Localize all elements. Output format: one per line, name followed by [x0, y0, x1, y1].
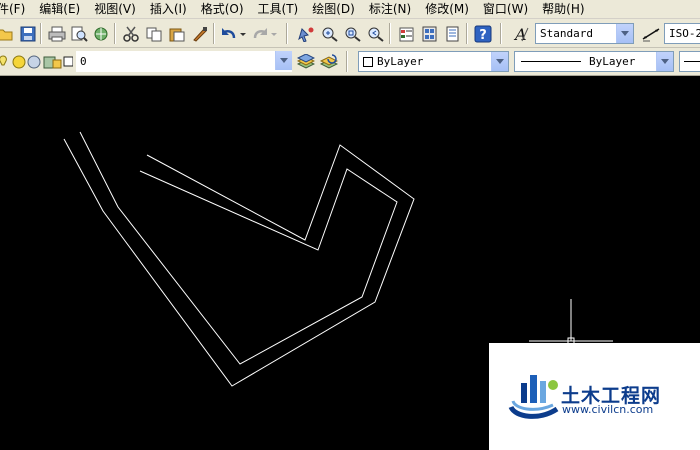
- layer-select[interactable]: 0: [76, 51, 292, 72]
- dimension-style-icon[interactable]: [640, 23, 664, 44]
- menu-file[interactable]: 件(F): [0, 0, 32, 18]
- menu-view[interactable]: 视图(V): [87, 0, 143, 18]
- chevron-down-icon[interactable]: [491, 52, 508, 71]
- outer-polyline: [63, 138, 415, 387]
- pan-realtime-icon[interactable]: [296, 23, 317, 44]
- menu-bar: 件(F) 编辑(E) 视图(V) 插入(I) 格式(O) 工具(T) 绘图(D)…: [0, 0, 700, 19]
- zoom-realtime-icon[interactable]: [319, 23, 340, 44]
- layer-state-icons: [0, 51, 79, 72]
- properties-icon[interactable]: [396, 23, 417, 44]
- standard-toolbar: ? A Standard ISO-25: [0, 19, 700, 48]
- design-center-icon[interactable]: [419, 23, 440, 44]
- svg-text:A: A: [513, 25, 527, 43]
- layer-previous-icon[interactable]: [318, 51, 339, 72]
- chevron-down-icon[interactable]: [275, 51, 292, 70]
- color-value: ByLayer: [377, 55, 424, 68]
- zoom-previous-icon[interactable]: [365, 23, 386, 44]
- color-swatch: [363, 56, 373, 67]
- text-style-select[interactable]: Standard: [535, 23, 634, 44]
- tool-palettes-icon[interactable]: [442, 23, 463, 44]
- cut-icon[interactable]: [120, 23, 141, 44]
- linetype-sample: [521, 61, 581, 62]
- print-icon[interactable]: [46, 23, 67, 44]
- menu-help[interactable]: 帮助(H): [535, 0, 591, 18]
- color-select[interactable]: ByLayer: [358, 51, 509, 72]
- publish-icon[interactable]: [90, 23, 111, 44]
- match-properties-icon[interactable]: [189, 23, 210, 44]
- make-object-layer-current-icon[interactable]: [295, 51, 316, 72]
- menu-format[interactable]: 格式(O): [194, 0, 251, 18]
- lineweight-sample: [684, 61, 700, 62]
- text-style-icon[interactable]: A: [510, 23, 531, 44]
- text-style-value: Standard: [540, 27, 593, 40]
- undo-icon[interactable]: [219, 23, 247, 44]
- dimension-style-value: ISO-25: [669, 27, 700, 40]
- menu-edit[interactable]: 编辑(E): [32, 0, 87, 18]
- linetype-select[interactable]: ByLayer: [514, 51, 674, 72]
- inner-polyline: [79, 131, 398, 365]
- layers-toolbar: 0 ByLayer ByLayer: [0, 48, 700, 76]
- watermark: 土木工程网 www.civilcn.com: [489, 343, 700, 450]
- open-icon[interactable]: [0, 23, 15, 44]
- save-icon[interactable]: [17, 23, 38, 44]
- lineweight-select[interactable]: [679, 51, 700, 72]
- help-icon[interactable]: ?: [472, 23, 493, 44]
- menu-dimension[interactable]: 标注(N): [362, 0, 418, 18]
- menu-modify[interactable]: 修改(M): [418, 0, 476, 18]
- watermark-url: www.civilcn.com: [562, 403, 654, 416]
- chevron-down-icon[interactable]: [656, 52, 673, 71]
- copy-icon[interactable]: [143, 23, 164, 44]
- menu-tools[interactable]: 工具(T): [251, 0, 306, 18]
- linetype-value: ByLayer: [589, 55, 636, 68]
- dimension-style-select[interactable]: ISO-25: [664, 23, 700, 44]
- civilcn-logo-icon: [508, 375, 559, 419]
- layer-value: 0: [80, 55, 87, 68]
- zoom-window-icon[interactable]: [342, 23, 363, 44]
- paste-icon[interactable]: [166, 23, 187, 44]
- menu-insert[interactable]: 插入(I): [143, 0, 194, 18]
- crosshair-cursor: [529, 299, 613, 345]
- menu-draw[interactable]: 绘图(D): [305, 0, 362, 18]
- redo-icon[interactable]: [250, 23, 278, 44]
- menu-window[interactable]: 窗口(W): [476, 0, 535, 18]
- svg-text:?: ?: [479, 28, 487, 43]
- chevron-down-icon[interactable]: [616, 24, 633, 43]
- print-preview-icon[interactable]: [68, 23, 89, 44]
